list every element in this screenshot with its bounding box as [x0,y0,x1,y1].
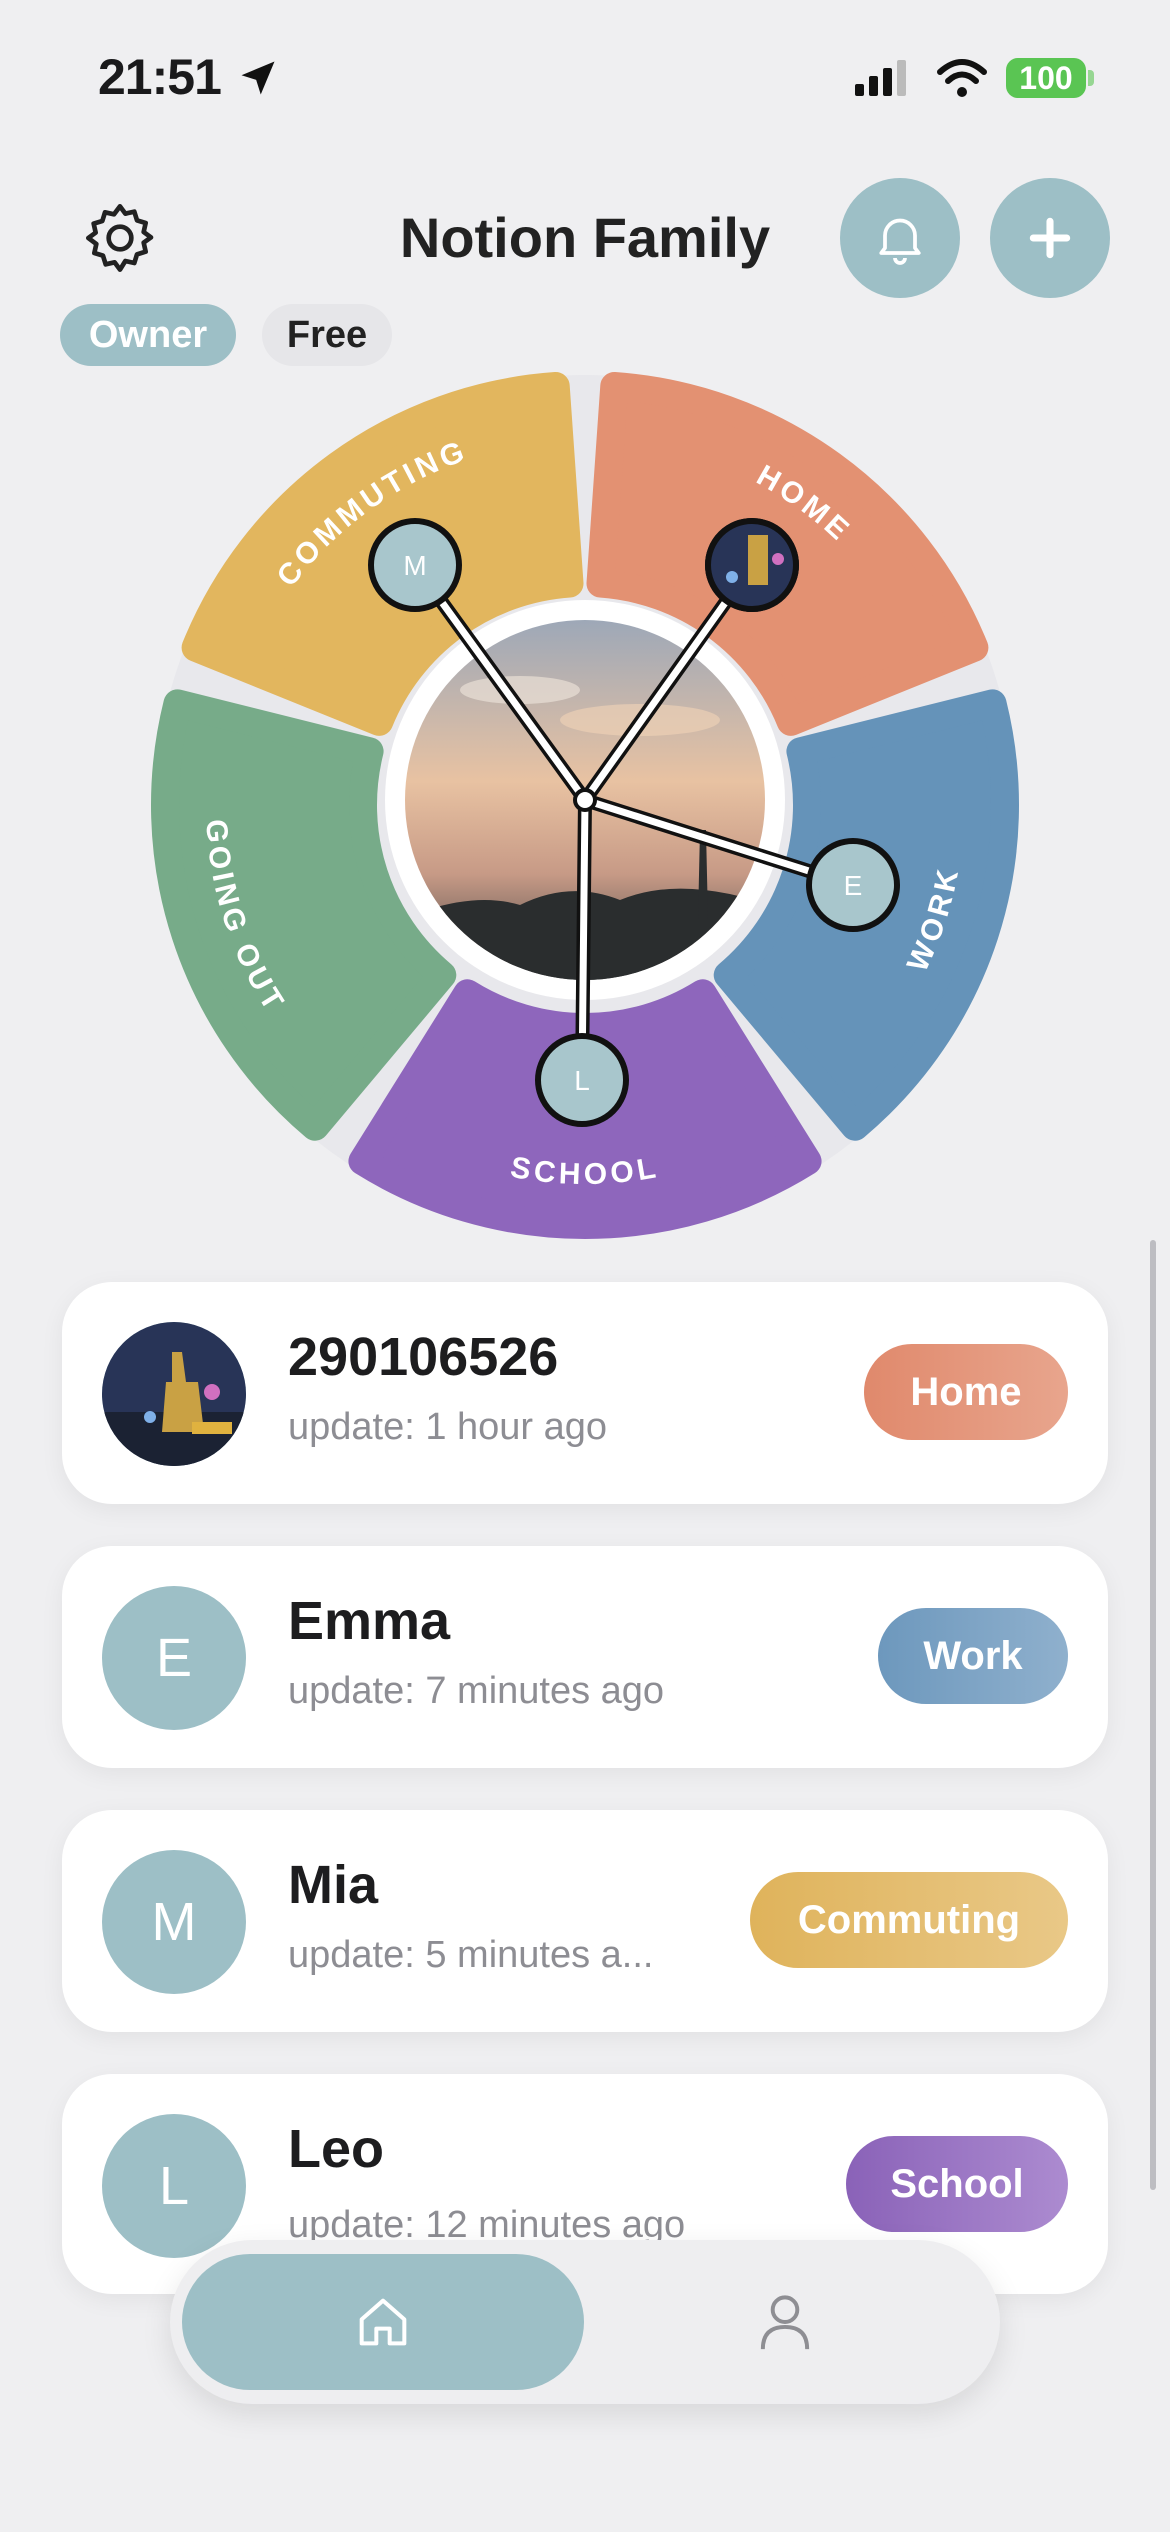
tab-profile[interactable] [740,2290,830,2354]
member-card[interactable]: E Emma update: 7 minutes ago Work [62,1546,1108,1768]
home-icon [359,2298,407,2346]
status-tag-commuting[interactable]: Commuting [750,1872,1068,1968]
tab-home[interactable] [182,2254,584,2390]
member-card[interactable]: M Mia update: 5 minutes a... Commuting [62,1810,1108,2032]
avatar [102,1322,246,1466]
status-tag-home[interactable]: Home [864,1344,1068,1440]
avatar: E [102,1586,246,1730]
wheel-hub [573,788,597,812]
member-name: Emma [288,1591,451,1651]
page-title: Notion Family [399,206,771,269]
member-photo [102,1322,246,1466]
plus-icon [1029,217,1071,259]
battery-tip [1088,70,1094,86]
member-update: update: 1 hour ago [288,1406,608,1448]
notifications-button[interactable] [840,178,960,298]
member-name: Mia [288,1855,379,1915]
plan-badge: Free [262,304,392,366]
member-update: update: 7 minutes ago [288,1670,665,1712]
avatar: M [102,1850,246,1994]
status-bar: 21:51 100 [0,0,1170,150]
marker-initial: L [574,1065,590,1096]
member-marker[interactable] [705,518,799,612]
location-wheel: COMMUTINGHOMEWORKSCHOOLGOING OUT MEL [151,372,1019,1239]
marker-initial: E [844,870,863,901]
role-badge: Owner [60,304,236,366]
scrollbar[interactable] [1150,1240,1156,2190]
member-name: Leo [288,2119,385,2179]
wifi-icon [937,59,987,97]
status-tag-work[interactable]: Work [878,1608,1068,1704]
member-marker[interactable]: M [368,518,462,612]
member-marker[interactable]: E [806,838,900,932]
profile-icon [760,2295,810,2350]
add-button[interactable] [990,178,1110,298]
bell-icon [879,218,921,265]
status-time: 21:51 [98,49,222,105]
avatar: L [102,2114,246,2258]
status-tag-school[interactable]: School [846,2136,1068,2232]
cellular-signal-icon [855,60,906,96]
location-arrow-icon [241,61,275,95]
member-name: 290106526 [288,1327,559,1387]
battery-indicator: 100 [1006,58,1086,98]
member-marker[interactable]: L [535,1033,629,1127]
member-card[interactable]: 290106526 update: 1 hour ago Home [62,1282,1108,1504]
marker-initial: M [403,550,426,581]
member-update: update: 5 minutes a... [288,1934,654,1976]
gear-icon [86,204,154,272]
settings-button[interactable] [80,198,160,278]
